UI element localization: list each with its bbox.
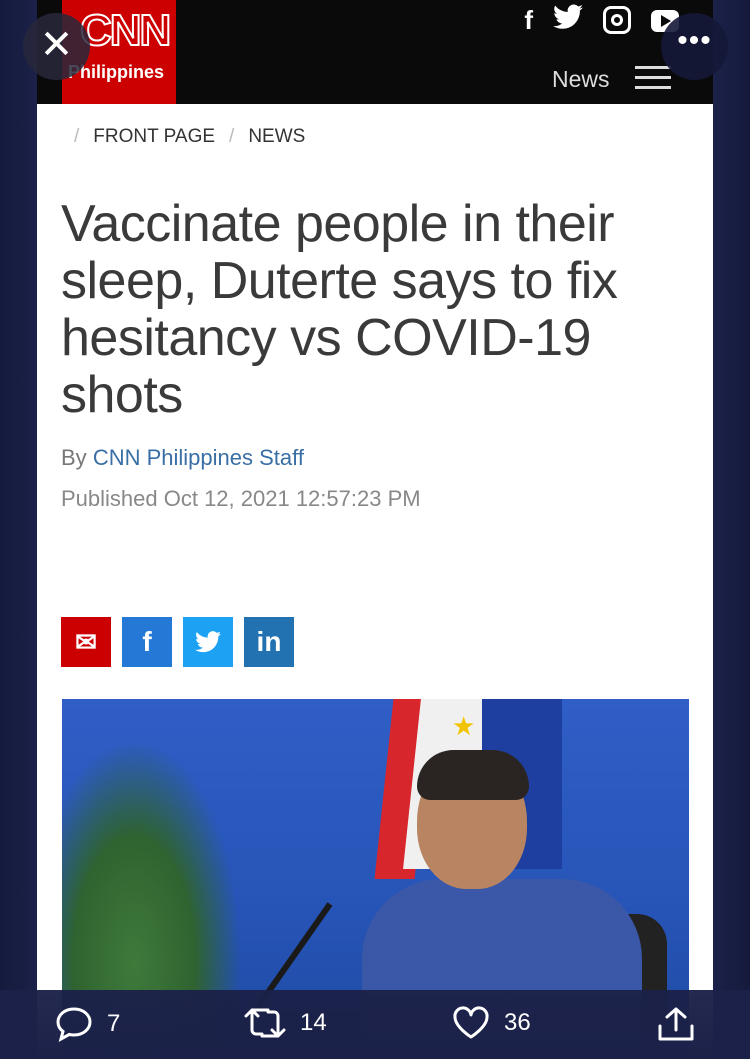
reply-icon xyxy=(56,1007,92,1042)
breadcrumb: / FRONT PAGE / NEWS xyxy=(74,126,305,148)
share-buttons: ✉ f in xyxy=(61,617,294,667)
breadcrumb-separator: / xyxy=(74,126,80,147)
section-nav-label[interactable]: News xyxy=(552,66,610,93)
twitter-share-button[interactable] xyxy=(183,617,233,667)
retweet-button[interactable]: 14 xyxy=(244,1006,327,1040)
logo-cnn-text: CNN xyxy=(79,5,172,56)
author-link[interactable]: CNN Philippines Staff xyxy=(93,445,304,470)
email-share-button[interactable]: ✉ xyxy=(61,617,111,667)
article-card: / FRONT PAGE / NEWS Vaccinate people in … xyxy=(37,104,713,1059)
twitter-icon[interactable] xyxy=(553,4,583,36)
more-options-icon[interactable]: ••• xyxy=(661,13,728,80)
byline: By CNN Philippines Staff xyxy=(61,445,304,471)
breadcrumb-news[interactable]: NEWS xyxy=(248,126,305,148)
facebook-share-button[interactable]: f xyxy=(122,617,172,667)
site-header: CNN Philippines f News xyxy=(37,0,713,104)
close-icon[interactable]: ✕ xyxy=(23,13,90,80)
retweet-icon xyxy=(244,1008,286,1038)
like-count: 36 xyxy=(504,1009,531,1036)
star-icon: ★ xyxy=(452,711,476,741)
linkedin-share-button[interactable]: in xyxy=(244,617,294,667)
like-button[interactable]: 36 xyxy=(452,1006,531,1040)
article-headline: Vaccinate people in their sleep, Duterte… xyxy=(61,195,618,424)
retweet-count: 14 xyxy=(300,1009,327,1036)
social-links: f xyxy=(524,4,679,36)
reply-count: 7 xyxy=(107,1010,121,1037)
reply-button[interactable]: 7 xyxy=(55,1006,120,1042)
menu-icon[interactable] xyxy=(635,66,671,90)
facebook-icon[interactable]: f xyxy=(524,5,533,35)
heart-icon xyxy=(453,1006,489,1039)
share-icon xyxy=(658,1007,694,1041)
breadcrumb-front-page[interactable]: FRONT PAGE xyxy=(93,126,215,148)
instagram-icon[interactable] xyxy=(603,6,631,34)
byline-prefix: By xyxy=(61,445,87,470)
breadcrumb-separator: / xyxy=(229,126,235,147)
tweet-action-bar: 7 14 36 xyxy=(0,990,750,1059)
published-date: Published Oct 12, 2021 12:57:23 PM xyxy=(61,486,421,511)
share-tweet-button[interactable] xyxy=(656,1006,696,1044)
